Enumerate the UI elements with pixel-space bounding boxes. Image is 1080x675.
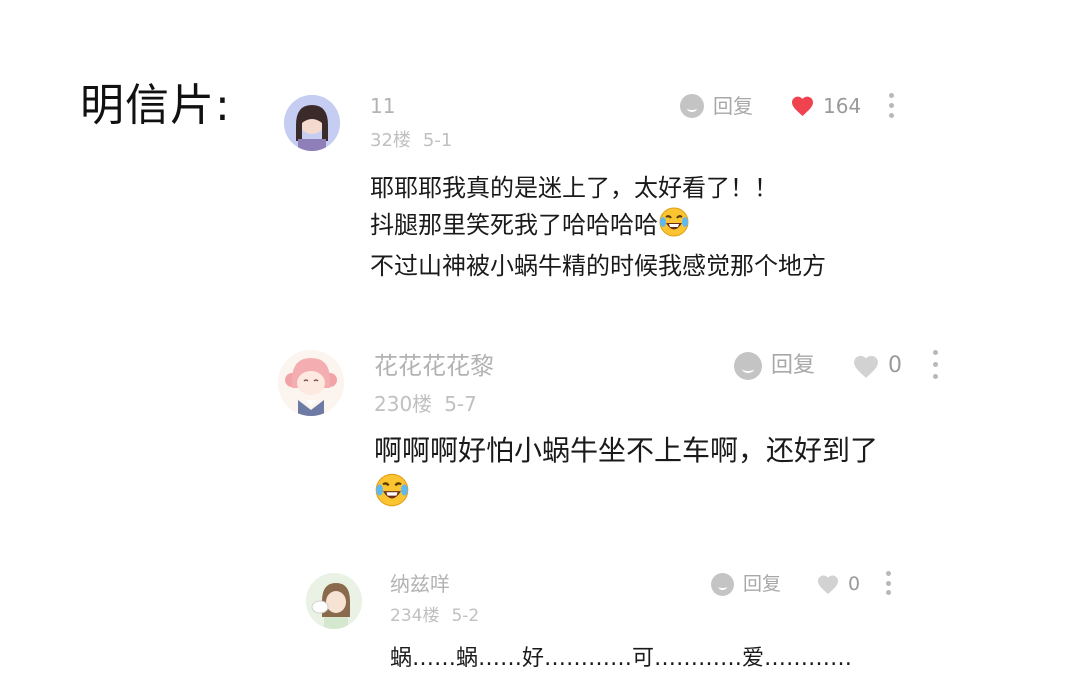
like-count: 164	[823, 94, 862, 118]
avatar[interactable]	[284, 95, 340, 151]
more-vertical-icon	[888, 93, 894, 98]
reply-label: 回复	[713, 94, 753, 118]
comment-date: 5-7	[444, 392, 477, 416]
username[interactable]: 11	[370, 92, 395, 120]
reply-button[interactable]: 回复	[680, 92, 753, 120]
reply-button[interactable]: 回复	[711, 570, 781, 598]
more-vertical-icon	[885, 571, 891, 576]
more-options-button[interactable]	[883, 571, 893, 595]
username[interactable]: 花花花花黎	[374, 350, 494, 382]
like-count: 0	[848, 573, 861, 595]
heart-filled-icon	[792, 96, 813, 116]
avatar[interactable]	[278, 350, 344, 416]
reply-button[interactable]: 回复	[734, 350, 815, 382]
comment-line: 耶耶耶我真的是迷上了，太好看了！！	[370, 174, 778, 202]
comment-line: 蜗……蜗……好…………可…………爱…………	[390, 646, 853, 671]
more-options-button[interactable]	[930, 350, 940, 379]
like-button[interactable]: 164	[790, 92, 861, 120]
comment-date: 5-2	[451, 606, 480, 626]
reply-label: 回复	[743, 573, 782, 595]
like-count: 0	[888, 353, 902, 378]
laughing-tears-emoji	[374, 472, 410, 520]
speech-bubble-icon	[734, 352, 762, 380]
comment-body: 啊啊啊好怕小蜗牛坐不上车啊，还好到了	[374, 430, 878, 520]
heart-outline-icon	[817, 575, 839, 594]
comment-line	[374, 472, 878, 520]
comment-line: 不过山神被小蜗牛精的时候我感觉那个地方	[370, 252, 826, 280]
speech-bubble-icon	[680, 94, 704, 118]
more-vertical-icon	[932, 350, 938, 355]
like-button[interactable]: 0	[852, 350, 902, 382]
avatar[interactable]	[306, 573, 362, 629]
laughing-tears-emoji	[658, 206, 690, 248]
floor-number: 234楼	[390, 606, 440, 626]
more-options-button[interactable]	[886, 93, 896, 118]
comment-body: 耶耶耶我真的是迷上了，太好看了！！ 抖腿那里笑死我了哈哈哈哈 不过山神被小蜗牛精…	[370, 170, 826, 284]
heart-outline-icon	[854, 355, 878, 378]
comment-line: 啊啊啊好怕小蜗牛坐不上车啊，还好到了	[374, 434, 879, 467]
username[interactable]: 纳兹咩	[390, 570, 450, 598]
reply-label: 回复	[771, 353, 816, 378]
comment-line: 抖腿那里笑死我了哈哈哈哈	[370, 206, 826, 248]
like-button[interactable]: 0	[816, 570, 860, 598]
floor-number: 230楼	[374, 392, 433, 416]
page-title: 明信片:	[80, 80, 231, 131]
comment-date: 5-1	[422, 130, 453, 151]
comment-meta: 230楼 5-7	[374, 390, 477, 418]
comment-meta: 234楼 5-2	[390, 604, 479, 628]
comment-body: 蜗……蜗……好…………可…………爱…………	[390, 644, 852, 674]
comment-meta: 32楼 5-1	[370, 129, 452, 153]
floor-number: 32楼	[370, 130, 411, 151]
speech-bubble-icon	[711, 572, 734, 596]
